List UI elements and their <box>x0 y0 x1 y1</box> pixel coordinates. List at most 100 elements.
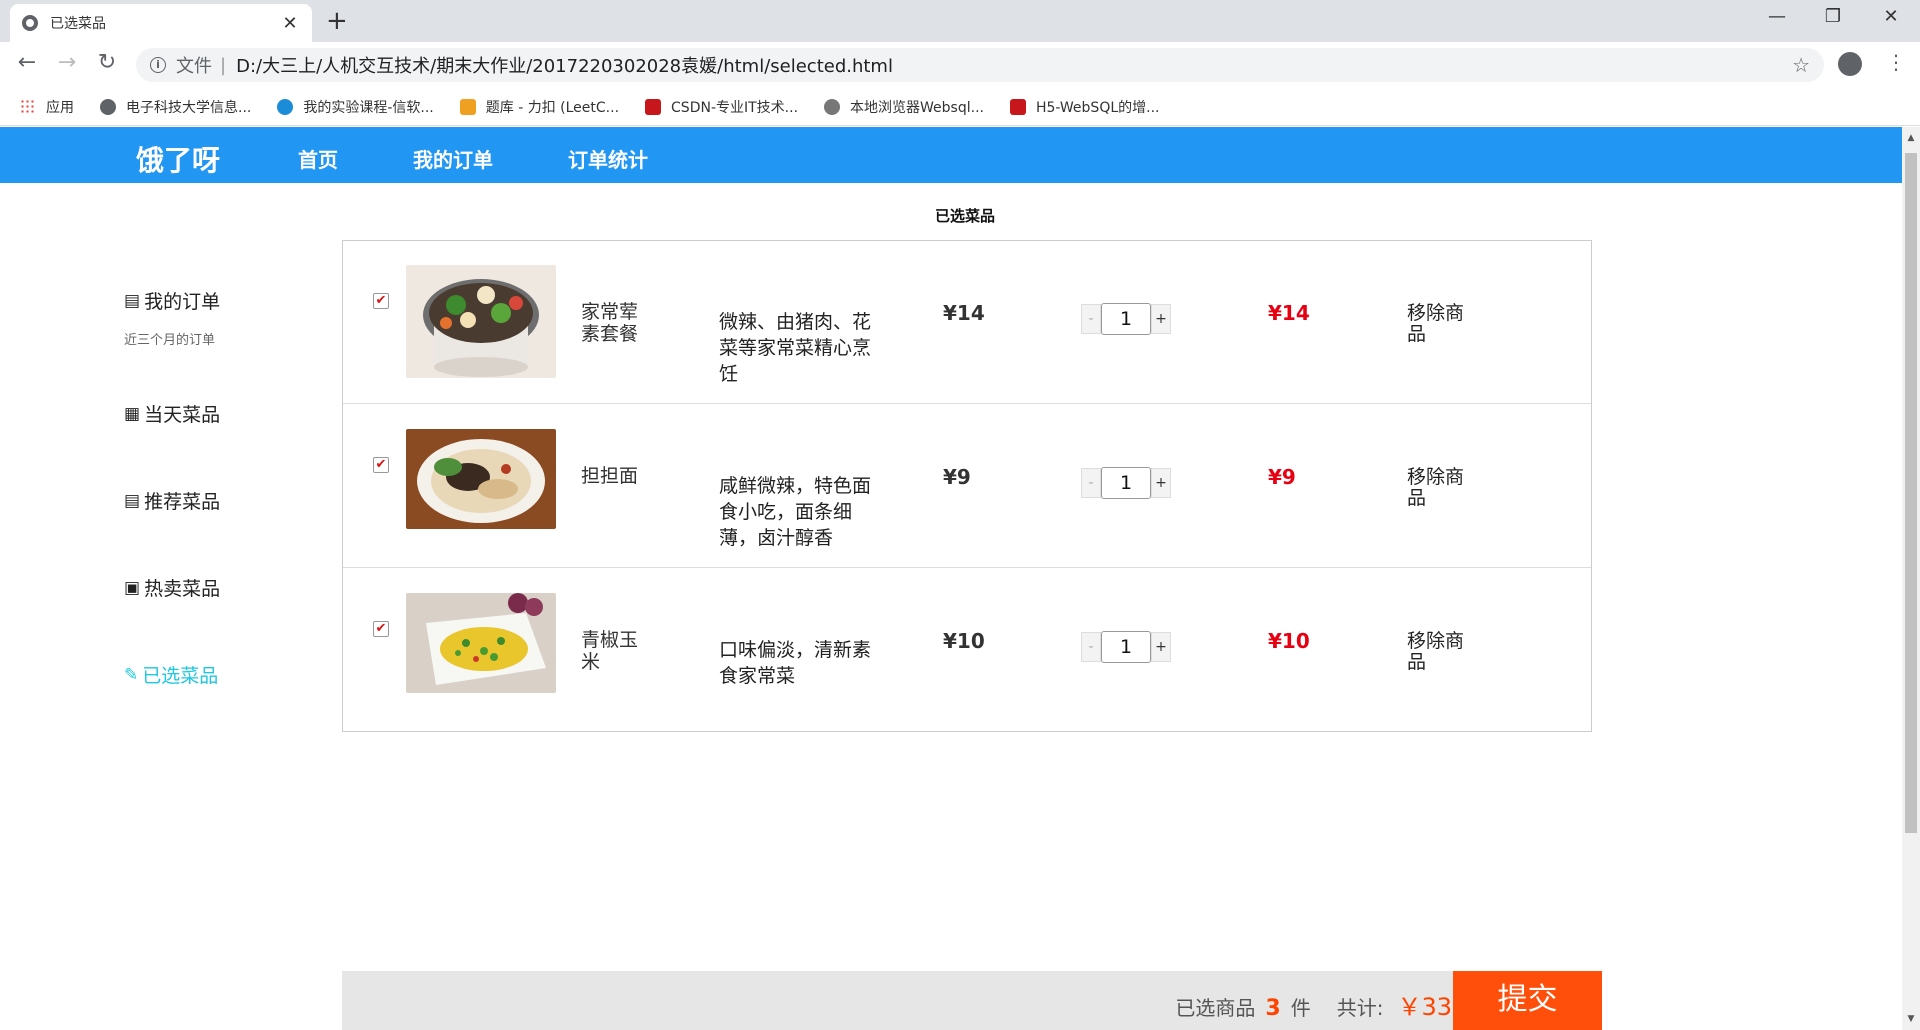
list-icon: ▤ <box>124 490 141 511</box>
nav-my-orders[interactable]: 我的订单 <box>413 144 493 173</box>
quantity-stepper: - 1 + <box>1081 467 1171 499</box>
bookmark-item[interactable]: 本地浏览器Websql... <box>824 97 984 117</box>
apps-grid-icon <box>20 98 36 115</box>
subtotal-price: ¥14 <box>1268 301 1310 325</box>
checkout-bar: 已选商品 3 件 共计: ￥33 提交 <box>342 971 1602 1030</box>
scroll-up-icon[interactable]: ▲ <box>1902 133 1920 143</box>
order-list-icon: ▤ <box>124 290 141 311</box>
bookmark-item[interactable]: 我的实验课程-信软... <box>277 97 434 117</box>
bookmark-item[interactable]: 题库 - 力扣 (LeetC... <box>459 97 619 117</box>
bookmark-item[interactable]: 电子科技大学信息... <box>100 97 251 117</box>
scroll-down-icon[interactable]: ▼ <box>1902 1014 1920 1024</box>
cart-row: ✔ 青椒玉米 口味偏淡，清新素食家常菜 ¥10 - 1 + ¥10 移除商品 <box>343 569 1591 732</box>
browser-tab[interactable]: 已选菜品 ✕ <box>10 4 312 42</box>
nav-order-stats[interactable]: 订单统计 <box>568 144 648 173</box>
url-separator: | <box>220 54 227 76</box>
sidebar-item-today[interactable]: ▦ 当天菜品 <box>124 400 220 427</box>
quantity-input[interactable]: 1 <box>1101 303 1151 335</box>
more-menu-icon[interactable]: ⋮ <box>1886 50 1906 74</box>
selected-count-label: 已选商品 <box>1175 996 1256 1020</box>
browser-tab-bar: 已选菜品 ✕ + — ❐ ✕ <box>0 0 1920 42</box>
dish-image-set-meal <box>406 265 556 378</box>
remove-item-button[interactable]: 移除商品 <box>1407 467 1477 509</box>
dish-name: 青椒玉米 <box>581 629 639 673</box>
increase-button[interactable]: + <box>1151 632 1171 662</box>
info-icon[interactable]: i <box>150 57 166 73</box>
decrease-button[interactable]: - <box>1081 632 1101 662</box>
unit-price: ¥9 <box>943 465 971 489</box>
close-window-icon[interactable]: ✕ <box>1876 6 1906 27</box>
quantity-input[interactable]: 1 <box>1101 467 1151 499</box>
decrease-button[interactable]: - <box>1081 304 1101 334</box>
remove-item-button[interactable]: 移除商品 <box>1407 631 1477 673</box>
sidebar-subtitle: 近三个月的订单 <box>124 333 216 348</box>
profile-avatar-icon[interactable] <box>1838 52 1862 76</box>
url-text[interactable]: D:/大三上/人机交互技术/期末大作业/2017220302028袁媛/html… <box>236 52 1792 78</box>
count-unit: 件 <box>1290 996 1311 1020</box>
bookmark-item[interactable]: H5-WebSQL的增... <box>1009 97 1160 117</box>
csdn-icon <box>1009 98 1026 115</box>
dish-image-pepper-corn <box>406 593 556 693</box>
submit-button[interactable]: 提交 <box>1453 971 1602 1030</box>
quantity-stepper: - 1 + <box>1081 631 1171 663</box>
sidebar-item-label: 当天菜品 <box>144 404 221 426</box>
restore-icon[interactable]: ❐ <box>1818 6 1848 27</box>
dish-name: 家常荤素套餐 <box>581 301 639 345</box>
calendar-icon: ▦ <box>124 403 141 424</box>
globe-icon <box>100 98 116 115</box>
sidebar-item-selected[interactable]: ✎ 已选菜品 <box>124 661 218 688</box>
tab-title: 已选菜品 <box>50 16 106 32</box>
increase-button[interactable]: + <box>1151 304 1171 334</box>
sidebar-item-label: 推荐菜品 <box>144 491 221 513</box>
quantity-stepper: - 1 + <box>1081 303 1171 335</box>
bookmark-label: 应用 <box>46 99 74 116</box>
scrollbar-thumb[interactable] <box>1905 153 1917 833</box>
dish-description: 口味偏淡，清新素食家常菜 <box>719 639 872 687</box>
quantity-input[interactable]: 1 <box>1101 631 1151 663</box>
sidebar-item-my-orders[interactable]: ▤ 我的订单 <box>124 287 220 314</box>
item-checkbox[interactable]: ✔ <box>373 293 389 309</box>
bookmark-label: 本地浏览器Websql... <box>850 99 984 116</box>
csdn-icon <box>645 98 662 115</box>
bookmark-label: CSDN-专业IT技术... <box>671 99 799 116</box>
new-tab-button[interactable]: + <box>326 8 348 34</box>
item-checkbox[interactable]: ✔ <box>373 621 389 637</box>
reload-icon[interactable]: ↻ <box>92 50 122 75</box>
forward-arrow-icon[interactable]: → <box>52 50 82 75</box>
bookmark-star-icon[interactable]: ☆ <box>1792 53 1810 77</box>
minimize-icon[interactable]: — <box>1762 6 1792 27</box>
close-tab-icon[interactable]: ✕ <box>280 13 300 34</box>
item-checkbox[interactable]: ✔ <box>373 457 389 473</box>
checkout-summary: 已选商品 3 件 共计: ￥33 <box>1175 987 1452 1022</box>
page-viewport: 饿了呀 首页 我的订单 订单统计 已选菜品 ▤ 我的订单 近三个月的订单 ▦ 当… <box>0 127 1920 1030</box>
remove-item-button[interactable]: 移除商品 <box>1407 303 1477 345</box>
total-price: ￥33 <box>1397 993 1452 1021</box>
site-logo[interactable]: 饿了呀 <box>136 139 220 179</box>
cart-row: ✔ 担担面 咸鲜微辣，特色面食小吃，面条细薄，卤汁醇香 ¥9 - 1 + ¥9 … <box>343 405 1591 568</box>
file-scheme-label: 文件 <box>176 56 212 77</box>
selected-icon: ✎ <box>124 664 139 685</box>
bookmark-label: H5-WebSQL的增... <box>1035 99 1160 116</box>
sidebar-item-hot[interactable]: ▣ 热卖菜品 <box>124 574 220 601</box>
vertical-scrollbar[interactable]: ▲ ▼ <box>1902 127 1920 1030</box>
dish-description: 微辣、由猪肉、花菜等家常菜精心烹饪 <box>719 311 872 385</box>
total-label: 共计: <box>1336 996 1384 1020</box>
dish-image-dandan-noodles <box>406 429 556 529</box>
back-arrow-icon[interactable]: ← <box>12 50 42 75</box>
decrease-button[interactable]: - <box>1081 468 1101 498</box>
url-field[interactable]: i 文件 | D:/大三上/人机交互技术/期末大作业/2017220302028… <box>136 48 1824 82</box>
bookmarks-bar: 应用 电子科技大学信息... 我的实验课程-信软... 题库 - 力扣 (Lee… <box>0 88 1920 126</box>
sidebar-item-recommended[interactable]: ▤ 推荐菜品 <box>124 487 220 514</box>
subtotal-price: ¥10 <box>1268 629 1310 653</box>
selected-count: 3 <box>1265 996 1281 1021</box>
site-header: 饿了呀 首页 我的订单 订单统计 <box>0 127 1902 183</box>
unit-price: ¥14 <box>943 301 985 325</box>
websql-icon <box>824 98 841 115</box>
unit-price: ¥10 <box>943 629 985 653</box>
bookmark-label: 电子科技大学信息... <box>126 99 252 116</box>
nav-home[interactable]: 首页 <box>298 144 338 173</box>
bookmark-item[interactable]: 应用 <box>20 97 74 117</box>
bookmark-item[interactable]: CSDN-专业IT技术... <box>645 97 798 117</box>
address-bar: ← → ↻ i 文件 | D:/大三上/人机交互技术/期末大作业/2017220… <box>0 42 1920 88</box>
increase-button[interactable]: + <box>1151 468 1171 498</box>
